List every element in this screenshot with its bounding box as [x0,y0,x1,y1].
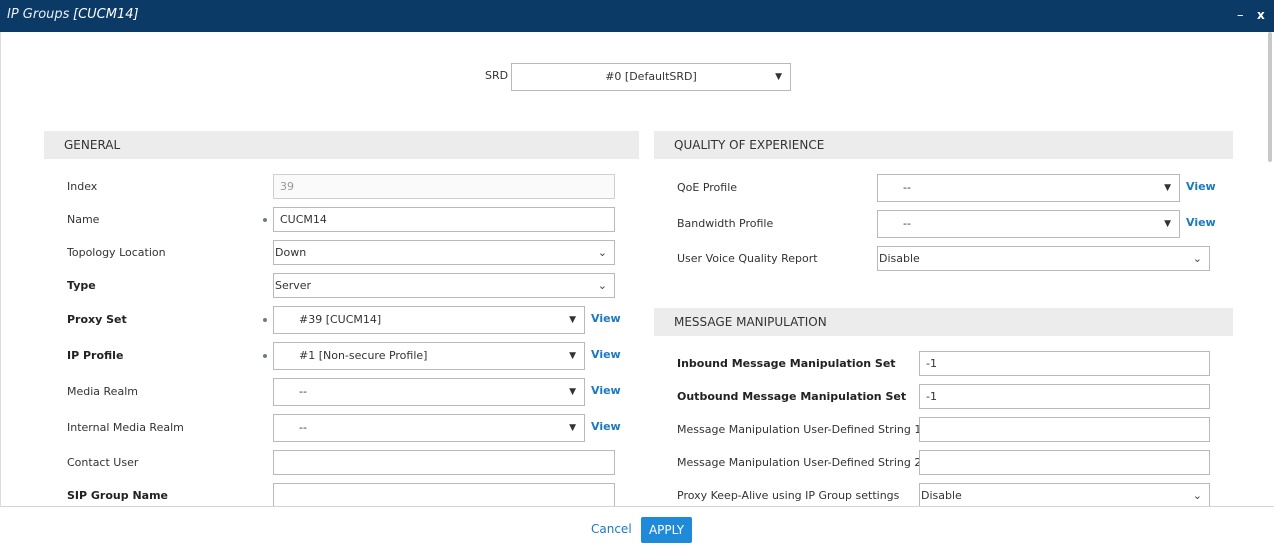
bandwidth-profile-value: -- [903,217,911,230]
type-select[interactable]: Server ⌄ [273,273,615,298]
media-realm-label: Media Realm [67,385,138,398]
sip-group-name-field[interactable] [273,483,615,506]
uds1-label: Message Manipulation User-Defined String… [677,423,922,436]
apply-button[interactable]: APPLY [641,517,692,543]
srd-select[interactable]: #0 [DefaultSRD] ▼ [511,63,791,91]
inbound-manipulation-field[interactable]: -1 [919,351,1210,376]
caret-down-icon: ▼ [569,315,576,325]
caret-down-icon: ▼ [1164,183,1171,193]
srd-label: SRD [485,69,509,82]
name-field[interactable]: CUCM14 [273,207,615,232]
dialog-footer: Cancel APPLY [0,506,1274,550]
index-label: Index [67,180,98,193]
caret-down-icon: ▼ [775,72,782,82]
user-voice-quality-value: Disable [879,252,920,265]
caret-down-icon: ▼ [1164,219,1171,229]
required-dot-icon [263,354,267,358]
bandwidth-profile-view-link[interactable]: View [1186,216,1216,229]
uds2-field[interactable] [919,450,1210,475]
cancel-button[interactable]: Cancel [591,522,632,536]
keepalive-select[interactable]: Disable ⌄ [919,483,1210,506]
name-label: Name [67,213,100,226]
ip-profile-view-link[interactable]: View [591,348,621,361]
user-voice-quality-label: User Voice Quality Report [677,252,818,265]
window-title: IP Groups [7,7,70,22]
title-bar: IP Groups [CUCM14] – x [0,0,1274,32]
type-label: Type [67,279,96,292]
chevron-down-icon: ⌄ [597,246,607,259]
outbound-manipulation-label: Outbound Message Manipulation Set [677,390,907,403]
proxy-set-select[interactable]: #39 [CUCM14] ▼ [273,306,585,334]
proxy-set-view-link[interactable]: View [591,312,621,325]
ip-profile-value: #1 [Non-secure Profile] [299,349,428,362]
inbound-manipulation-label: Inbound Message Manipulation Set [677,357,896,370]
uds2-label: Message Manipulation User-Defined String… [677,456,922,469]
bandwidth-profile-select[interactable]: -- ▼ [877,210,1180,238]
required-dot-icon [263,218,267,222]
uds1-field[interactable] [919,417,1210,442]
qoe-profile-select[interactable]: -- ▼ [877,174,1180,202]
internal-media-realm-view-link[interactable]: View [591,420,621,433]
qoe-profile-label: QoE Profile [677,181,738,194]
ip-profile-select[interactable]: #1 [Non-secure Profile] ▼ [273,342,585,370]
type-value: Server [275,279,312,292]
internal-media-realm-label: Internal Media Realm [67,421,184,434]
contact-user-field[interactable] [273,450,615,475]
proxy-set-value: #39 [CUCM14] [299,313,382,326]
index-field: 39 [273,174,615,199]
ip-profile-label: IP Profile [67,349,124,362]
caret-down-icon: ▼ [569,351,576,361]
bandwidth-profile-label: Bandwidth Profile [677,217,774,230]
keepalive-value: Disable [921,489,962,502]
chevron-down-icon: ⌄ [1192,489,1202,502]
topology-location-value: Down [275,246,307,259]
srd-value: #0 [DefaultSRD] [605,70,697,83]
message-manipulation-section-header: MESSAGE MANIPULATION [654,308,1233,336]
contact-user-label: Contact User [67,456,139,469]
topology-location-label: Topology Location [67,246,166,259]
media-realm-view-link[interactable]: View [591,384,621,397]
sip-group-name-label: SIP Group Name [67,489,169,502]
media-realm-select[interactable]: -- ▼ [273,378,585,406]
internal-media-realm-select[interactable]: -- ▼ [273,414,585,442]
close-icon[interactable]: x [1257,8,1265,22]
user-voice-quality-select[interactable]: Disable ⌄ [877,246,1210,271]
caret-down-icon: ▼ [569,387,576,397]
dialog-content: SRD #0 [DefaultSRD] ▼ GENERAL Index 39 N… [0,32,1274,506]
qoe-section-header: QUALITY OF EXPERIENCE [654,131,1233,159]
qoe-profile-value: -- [903,181,911,194]
topology-location-select[interactable]: Down ⌄ [273,240,615,265]
proxy-set-label: Proxy Set [67,313,127,326]
required-dot-icon [263,318,267,322]
caret-down-icon: ▼ [569,423,576,433]
chevron-down-icon: ⌄ [1192,252,1202,265]
media-realm-value: -- [299,385,307,398]
general-section-header: GENERAL [44,131,639,159]
outbound-manipulation-field[interactable]: -1 [919,384,1210,409]
minimize-icon[interactable]: – [1237,8,1244,23]
scrollbar[interactable] [1268,32,1272,162]
keepalive-label: Proxy Keep-Alive using IP Group settings [677,489,900,502]
chevron-down-icon: ⌄ [597,279,607,292]
internal-media-realm-value: -- [299,421,307,434]
qoe-profile-view-link[interactable]: View [1186,180,1216,193]
window-record: [CUCM14] [73,7,139,22]
